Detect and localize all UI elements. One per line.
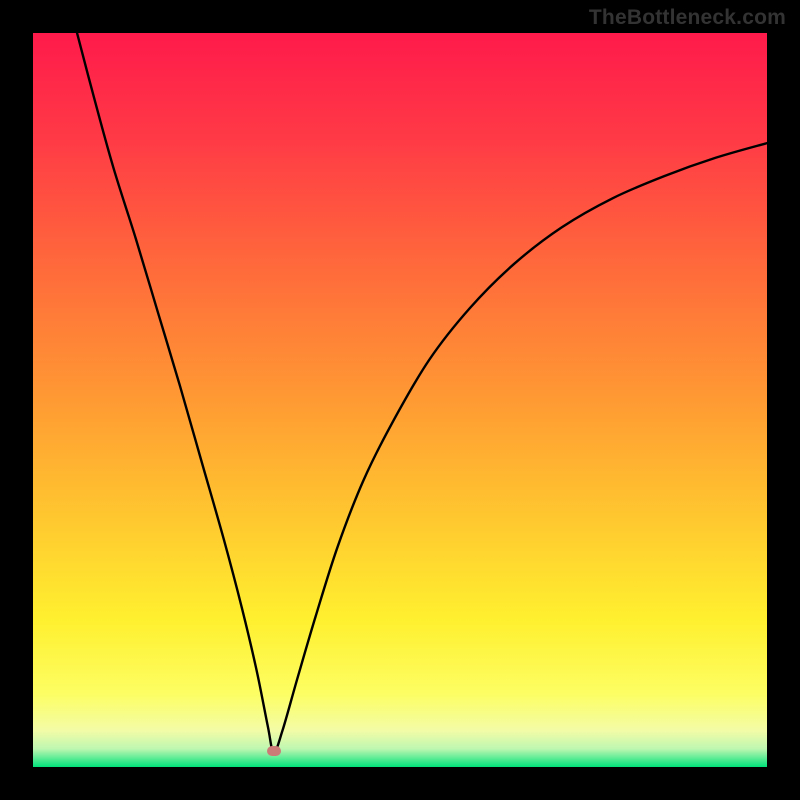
plot-gradient-area [33, 33, 767, 767]
chart-frame: TheBottleneck.com [0, 0, 800, 800]
optimal-point-marker [267, 746, 281, 756]
watermark-text: TheBottleneck.com [589, 6, 786, 30]
